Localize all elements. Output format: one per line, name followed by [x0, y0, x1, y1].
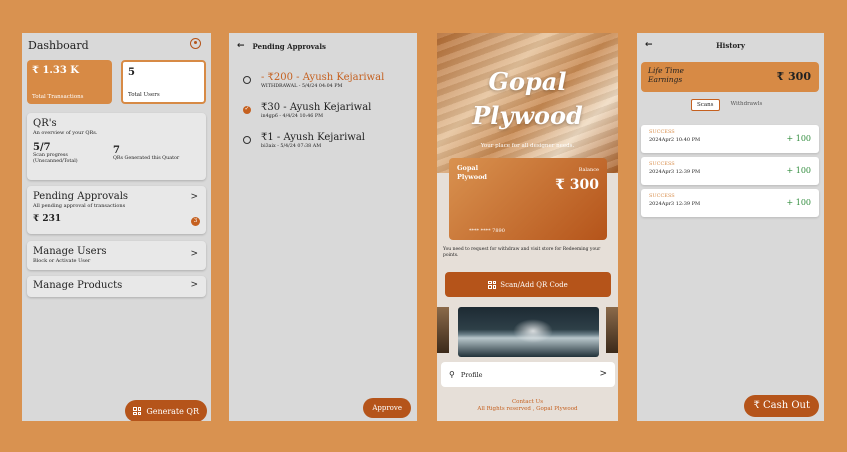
image-carousel[interactable] — [437, 307, 618, 357]
pending-subtitle: All pending approval of transactions — [33, 203, 126, 209]
entry-amount: + 100 — [786, 134, 811, 143]
dashboard-screen: Dashboard ₹ 1.33 K Total Transactions 5 … — [22, 33, 211, 421]
chevron-right-icon: > — [190, 192, 198, 202]
contact-us-link[interactable]: Contact Us — [437, 399, 618, 405]
qr-grid-icon — [488, 280, 497, 289]
qr-overview-card[interactable]: QR's An overview of your QRs. 5/7 Scan p… — [27, 113, 206, 180]
generate-qr-button[interactable]: Generate QR — [125, 400, 207, 421]
total-users-card[interactable]: 5 Total Users — [121, 60, 206, 104]
home-screen: Gopal Plywood Your place for all designe… — [437, 33, 618, 421]
lifetime-earnings-card: Life Time Earnings ₹ 300 — [641, 62, 819, 92]
manage-users-subtitle: Block or Activate User — [33, 258, 91, 264]
approval-main: ₹1 - Ayush Kejariwal — [261, 132, 365, 143]
manage-users-title: Manage Users — [33, 246, 107, 257]
cash-out-button[interactable]: ₹ Cash Out — [744, 395, 819, 417]
generate-qr-label: Generate QR — [146, 406, 199, 416]
radio-unselected[interactable] — [243, 76, 251, 84]
balance-label: Balance — [578, 167, 599, 173]
entry-amount: + 100 — [786, 166, 811, 175]
transactions-label: Total Transactions — [32, 94, 84, 100]
card-number: **** **** 7890 — [469, 228, 505, 234]
approval-sub: bi3aix - 5/4/24 07:38 AM — [261, 144, 322, 149]
manage-users-card[interactable]: Manage Users Block or Activate User > — [27, 241, 206, 270]
approve-button[interactable]: Approve — [363, 398, 411, 418]
brand-title-line2: Plywood — [472, 101, 583, 130]
back-arrow-icon[interactable]: ← — [645, 40, 653, 50]
page-title: History — [716, 41, 745, 50]
pending-count-badge: 3 — [191, 217, 200, 226]
manage-products-card[interactable]: Manage Products > — [27, 276, 206, 297]
radio-selected[interactable] — [243, 105, 251, 114]
generated-value: 7 — [113, 145, 120, 156]
scan-qr-label: Scan/Add QR Code — [500, 280, 568, 289]
account-icon[interactable] — [190, 38, 201, 49]
approval-main: - ₹200 - Ayush Kejariwal — [261, 72, 385, 83]
approval-main: ₹30 - Ayush Kejariwal — [261, 102, 372, 113]
qr-subtitle: An overview of your QRs. — [33, 130, 98, 136]
generated-label: QRs Generated this Quator — [113, 156, 180, 161]
tab-withdrawls[interactable]: Withdrawls — [726, 99, 768, 111]
carousel-image — [458, 307, 599, 357]
brand-title-line1: Gopal — [488, 67, 567, 96]
chevron-right-icon: > — [190, 249, 198, 259]
qr-grid-icon — [133, 407, 142, 415]
approval-sub: WITHDRAWAL - 5/4/24 04:04 PM — [261, 84, 343, 89]
total-transactions-card[interactable]: ₹ 1.33 K Total Transactions — [27, 60, 112, 104]
carousel-next-image — [606, 307, 618, 353]
pending-approvals-screen: ← Pending Approvals - ₹200 - Ayush Kejar… — [229, 33, 417, 421]
entry-amount: + 100 — [786, 198, 811, 207]
pending-approvals-card[interactable]: Pending Approvals All pending approval o… — [27, 186, 206, 234]
pending-amount: ₹ 231 — [33, 214, 62, 224]
pending-title: Pending Approvals — [33, 191, 129, 202]
earnings-amount: ₹ 300 — [776, 70, 811, 83]
manage-products-title: Manage Products — [33, 280, 123, 291]
page-title: Pending Approvals — [252, 41, 326, 51]
table-row[interactable]: SUCCESS 2024Apr3 12:39 PM + 100 — [641, 157, 819, 185]
transactions-value: ₹ 1.33 K — [32, 65, 79, 76]
withdraw-note: You need to request for withdraw and vis… — [443, 247, 601, 258]
tagline: Your place for all designer needs. — [480, 143, 575, 149]
scan-qr-button[interactable]: Scan/Add QR Code — [445, 272, 611, 297]
profile-link[interactable]: ⚲ Profile > — [441, 362, 615, 387]
card-name-line1: Gopal — [457, 164, 479, 172]
users-label: Total Users — [128, 92, 160, 98]
scan-progress-value: 5/7 — [33, 142, 51, 153]
approval-sub: in4gp6 - 4/4/24 10:46 PM — [261, 114, 323, 119]
list-item[interactable]: ₹30 - Ayush Kejariwal in4gp6 - 4/4/24 10… — [243, 102, 371, 119]
list-item[interactable]: - ₹200 - Ayush Kejariwal WITHDRAWAL - 5/… — [243, 72, 384, 89]
history-screen: ← History Life Time Earnings ₹ 300 Scans… — [637, 33, 824, 421]
back-arrow-icon[interactable]: ← — [237, 41, 245, 51]
page-title: Dashboard — [28, 39, 89, 52]
chevron-right-icon: > — [190, 280, 198, 290]
users-value: 5 — [128, 67, 135, 78]
balance-amount: ₹ 300 — [555, 177, 599, 193]
balance-card: Gopal Plywood Balance ₹ 300 **** **** 78… — [449, 158, 607, 240]
tab-scans[interactable]: Scans — [691, 99, 720, 111]
table-row[interactable]: SUCCESS 2024Apr3 12:39 PM + 100 — [641, 189, 819, 217]
footer-rights: All Rights reserved , Gopal Plywood — [477, 406, 578, 412]
profile-label: Profile — [460, 370, 483, 379]
table-row[interactable]: SUCCESS 2024Apr2 10:40 PM + 100 — [641, 125, 819, 153]
carousel-prev-image — [437, 307, 449, 353]
list-item[interactable]: ₹1 - Ayush Kejariwal bi3aix - 5/4/24 07:… — [243, 132, 365, 149]
radio-unselected[interactable] — [243, 136, 251, 144]
scan-progress-label: Scan progress (Unscanned/Total) — [33, 153, 78, 164]
chevron-right-icon: > — [599, 369, 607, 379]
person-icon: ⚲ — [449, 370, 455, 379]
qr-title: QR's — [33, 118, 57, 129]
